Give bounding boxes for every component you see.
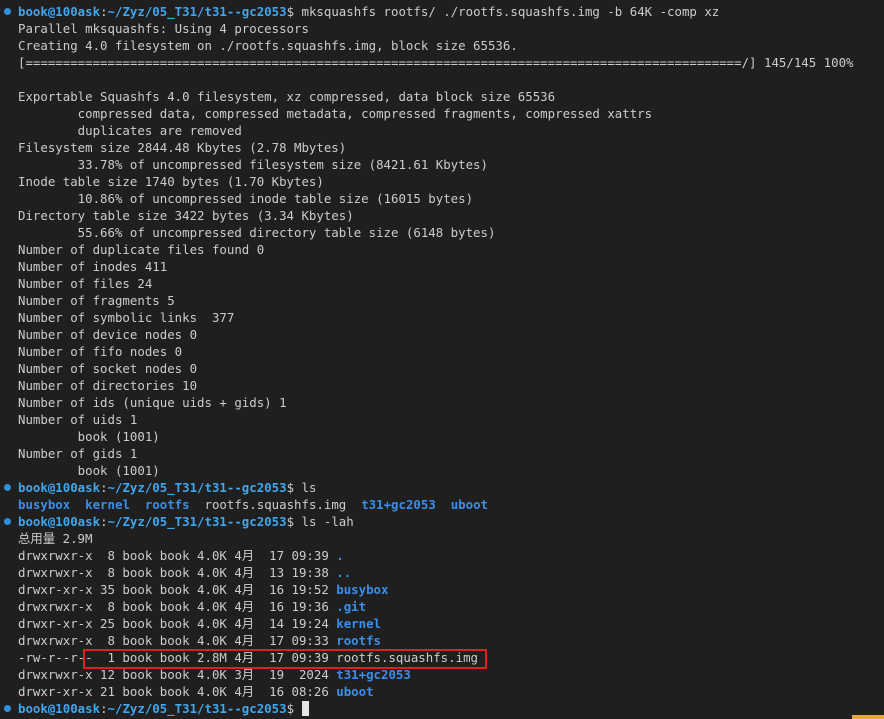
output-line: Number of fifo nodes 0	[18, 344, 183, 359]
output-line: Inode table size 1740 bytes (1.70 Kbytes…	[18, 174, 324, 189]
listing-meta: drwxrwxr-x 8 book book 4.0K 4月 16 19:36	[18, 599, 337, 614]
output-line: Filesystem size 2844.48 Kbytes (2.78 Mby…	[18, 140, 347, 155]
output-line: compressed data, compressed metadata, co…	[18, 106, 653, 121]
output-line: book (1001)	[18, 463, 160, 478]
listing-row: drwxrwxr-x 8 book book 4.0K 4月 17 09:33 …	[0, 632, 884, 649]
listing-meta: drwxrwxr-x 12 book book 4.0K 3月 19 2024	[18, 667, 337, 682]
command-marker-icon	[4, 518, 11, 525]
command-marker-icon	[4, 8, 11, 15]
ls-entry: t31+gc2053	[361, 497, 436, 512]
ls-output-line: busybox kernel rootfs rootfs.squashfs.im…	[0, 496, 884, 513]
ls-entry: uboot	[450, 497, 489, 512]
output-line: Directory table size 3422 bytes (3.34 Kb…	[18, 208, 354, 223]
listing-name: ..	[336, 565, 352, 580]
listing-row: drwxr-xr-x 25 book book 4.0K 4月 14 19:24…	[0, 615, 884, 632]
output-line: book (1001)	[18, 429, 160, 444]
prompt-separator: :	[100, 480, 108, 495]
prompt-separator: :	[100, 4, 108, 19]
output-line: Number of gids 1	[18, 446, 138, 461]
prompt-user: book@100ask	[18, 514, 101, 529]
prompt-symbol: $	[286, 701, 302, 716]
listing-meta: drwxr-xr-x 35 book book 4.0K 4月 16 19:52	[18, 582, 337, 597]
prompt-path: ~/Zyz/05_T31/t31--gc2053	[107, 514, 287, 529]
output-line: 10.86% of uncompressed inode table size …	[18, 191, 474, 206]
prompt-line: book@100ask:~/Zyz/05_T31/t31--gc2053$ ls	[0, 479, 884, 496]
highlight-box	[83, 649, 487, 669]
listing-row: drwxr-xr-x 35 book book 4.0K 4月 16 19:52…	[0, 581, 884, 598]
ls-gap	[190, 497, 205, 512]
listing-name: uboot	[336, 684, 374, 699]
ls-gap	[70, 497, 85, 512]
output-line: Parallel mksquashfs: Using 4 processors	[18, 21, 309, 36]
listing-row: drwxr-xr-x 21 book book 4.0K 4月 16 08:26…	[0, 683, 884, 700]
output-line: Number of ids (unique uids + gids) 1	[18, 395, 287, 410]
ls-gap	[436, 497, 451, 512]
prompt-line: book@100ask:~/Zyz/05_T31/t31--gc2053$ ls…	[0, 513, 884, 530]
ls-entry: kernel	[85, 497, 130, 512]
ls-gap	[346, 497, 361, 512]
output-line: Number of duplicate files found 0	[18, 242, 265, 257]
listing-row: drwxrwxr-x 8 book book 4.0K 4月 16 19:36 …	[0, 598, 884, 615]
total-line: 总用量 2.9M	[18, 531, 93, 546]
terminal-output[interactable]: book@100ask:~/Zyz/05_T31/t31--gc2053$ mk…	[0, 3, 884, 717]
listing-meta: drwxrwxr-x 8 book book 4.0K 4月 17 09:39	[18, 548, 337, 563]
prompt-path: ~/Zyz/05_T31/t31--gc2053	[107, 4, 287, 19]
prompt-user: book@100ask	[18, 701, 101, 716]
listing-name: .git	[336, 599, 367, 614]
ls-entry: busybox	[18, 497, 71, 512]
listing-meta: drwxr-xr-x 21 book book 4.0K 4月 16 08:26	[18, 684, 337, 699]
listing-name: rootfs	[336, 633, 382, 648]
ls-entry: rootfs	[144, 497, 190, 512]
listing-row: drwxrwxr-x 8 book book 4.0K 4月 17 09:39 …	[0, 547, 884, 564]
ls-gap	[130, 497, 145, 512]
output-line: Number of socket nodes 0	[18, 361, 198, 376]
output-line: 33.78% of uncompressed filesystem size (…	[18, 157, 488, 172]
listing-meta: drwxr-xr-x 25 book book 4.0K 4月 14 19:24	[18, 616, 337, 631]
prompt-symbol: $	[286, 480, 302, 495]
output-line: Number of directories 10	[18, 378, 198, 393]
command-marker-icon	[4, 484, 11, 491]
prompt-user: book@100ask	[18, 4, 101, 19]
command-text[interactable]: ls -lah	[302, 514, 354, 529]
output-line: Number of symbolic links 377	[18, 310, 235, 325]
output-line: Number of files 24	[18, 276, 153, 291]
command-text[interactable]: ls	[302, 480, 317, 495]
command-text[interactable]: mksquashfs rootfs/ ./rootfs.squashfs.img…	[302, 4, 720, 19]
output-line: [=======================================…	[18, 55, 854, 70]
output-line: Number of fragments 5	[18, 293, 175, 308]
listing-name: .	[336, 548, 344, 563]
prompt-separator: :	[100, 701, 108, 716]
prompt-line: book@100ask:~/Zyz/05_T31/t31--gc2053$	[0, 700, 884, 717]
output-line: Number of device nodes 0	[18, 327, 198, 342]
prompt-user: book@100ask	[18, 480, 101, 495]
prompt-path: ~/Zyz/05_T31/t31--gc2053	[107, 480, 287, 495]
listing-meta: drwxrwxr-x 8 book book 4.0K 4月 17 09:33	[18, 633, 337, 648]
corner-accent	[852, 715, 884, 719]
cursor[interactable]	[301, 701, 309, 716]
output-line: Number of inodes 411	[18, 259, 168, 274]
listing-name: kernel	[336, 616, 382, 631]
prompt-symbol: $	[286, 514, 302, 529]
prompt-path: ~/Zyz/05_T31/t31--gc2053	[107, 701, 287, 716]
listing-name: busybox	[336, 582, 389, 597]
listing-meta: drwxrwxr-x 8 book book 4.0K 4月 13 19:38	[18, 565, 337, 580]
output-line: Creating 4.0 filesystem on ./rootfs.squa…	[18, 38, 518, 53]
output-line: Number of uids 1	[18, 412, 138, 427]
prompt-symbol: $	[286, 4, 302, 19]
output-line: 55.66% of uncompressed directory table s…	[18, 225, 496, 240]
output-line: Exportable Squashfs 4.0 filesystem, xz c…	[18, 89, 556, 104]
prompt-line: book@100ask:~/Zyz/05_T31/t31--gc2053$ mk…	[0, 3, 884, 20]
command-marker-icon	[4, 705, 11, 712]
prompt-separator: :	[100, 514, 108, 529]
listing-name: t31+gc2053	[336, 667, 411, 682]
ls-entry: rootfs.squashfs.img	[204, 497, 347, 512]
output-line: duplicates are removed	[18, 123, 242, 138]
listing-row: drwxrwxr-x 8 book book 4.0K 4月 13 19:38 …	[0, 564, 884, 581]
